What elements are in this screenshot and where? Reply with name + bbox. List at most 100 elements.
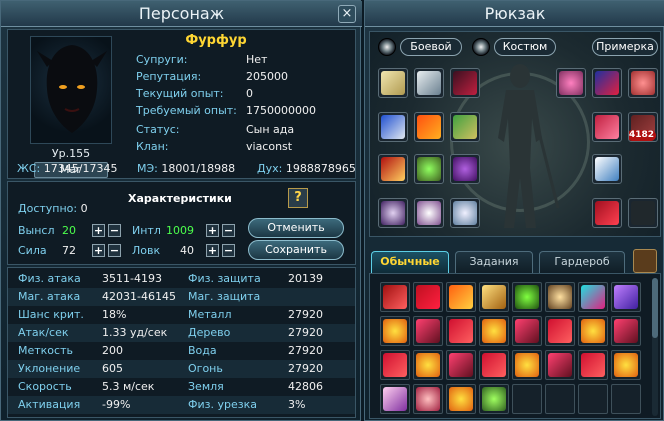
- character-portrait: [30, 36, 112, 144]
- info-value: 0: [246, 87, 253, 100]
- strength-plus-button[interactable]: +: [92, 244, 105, 257]
- inventory-slot[interactable]: [578, 316, 608, 346]
- costume-mode-button[interactable]: Костюм: [494, 38, 556, 56]
- equipment-area: Боевой Костюм Примерка 4182: [369, 31, 661, 237]
- inventory-slot[interactable]: [380, 282, 410, 312]
- stat-row: Скорость 5.3 м/сек Земля 42806: [8, 378, 355, 396]
- inventory-slot[interactable]: [512, 316, 542, 346]
- inventory-slot[interactable]: [413, 316, 443, 346]
- agility-plus-button[interactable]: +: [206, 244, 219, 257]
- inventory-slot[interactable]: [545, 282, 575, 312]
- inventory-slot[interactable]: [413, 350, 443, 380]
- equip-slot-fashion-body[interactable]: [592, 68, 622, 98]
- inventory-slot[interactable]: [611, 316, 641, 346]
- inventory-slot[interactable]: [446, 316, 476, 346]
- equip-slot-necklace[interactable]: [414, 68, 444, 98]
- inventory-slot[interactable]: [611, 350, 641, 380]
- inventory-slot[interactable]: [578, 384, 608, 414]
- cancel-button[interactable]: Отменить: [248, 218, 344, 238]
- equip-slot-gloves[interactable]: [378, 154, 408, 184]
- inventory-slot[interactable]: [413, 384, 443, 414]
- inventory-slot[interactable]: [446, 350, 476, 380]
- stat-label: Активация: [18, 398, 81, 411]
- inventory-slot[interactable]: [545, 384, 575, 414]
- stat-label: Дерево: [188, 326, 231, 339]
- inventory-slot[interactable]: [413, 282, 443, 312]
- equip-slot-fashion-feet[interactable]: [592, 154, 622, 184]
- close-button[interactable]: ×: [338, 5, 356, 23]
- equip-slot-fashion-head[interactable]: [556, 68, 586, 98]
- inventory-slot[interactable]: [446, 384, 476, 414]
- character-silhouette: [498, 64, 560, 228]
- inventory-slot[interactable]: [611, 282, 641, 312]
- inventory-tabs: Обычные Задания Гардероб: [369, 249, 661, 273]
- equip-slot-armor[interactable]: [414, 112, 444, 142]
- equip-slot-consumable[interactable]: 4182: [628, 112, 658, 142]
- fitting-button[interactable]: Примерка: [592, 38, 658, 56]
- inventory-scroll-thumb[interactable]: [652, 278, 658, 338]
- inventory-slot[interactable]: [479, 316, 509, 346]
- combat-mode-button[interactable]: Боевой: [400, 38, 462, 56]
- inventory-slot[interactable]: [479, 350, 509, 380]
- inventory-slot[interactable]: [446, 282, 476, 312]
- combat-stats-box: Физ. атака 3511-4193 Физ. защита 20139 М…: [7, 267, 356, 418]
- endurance-minus-button[interactable]: −: [108, 224, 121, 237]
- inventory-slot[interactable]: [545, 316, 575, 346]
- equip-slot-mount[interactable]: [628, 68, 658, 98]
- save-button[interactable]: Сохранить: [248, 240, 344, 260]
- equip-slot-cape[interactable]: [378, 112, 408, 142]
- inventory-slot[interactable]: [512, 282, 542, 312]
- equip-slot-wing[interactable]: [450, 198, 480, 228]
- endurance-plus-button[interactable]: +: [92, 224, 105, 237]
- combat-mode-icon[interactable]: [378, 38, 396, 56]
- equip-slot-weapon[interactable]: [450, 68, 480, 98]
- equip-slot-fashion-legs[interactable]: [592, 112, 622, 142]
- costume-mode-icon[interactable]: [472, 38, 490, 56]
- equip-slot-belt[interactable]: [450, 112, 480, 142]
- sort-inventory-icon[interactable]: [633, 249, 657, 273]
- equip-slot-amulet[interactable]: [378, 198, 408, 228]
- inventory-slot[interactable]: [380, 316, 410, 346]
- strength-minus-button[interactable]: −: [108, 244, 121, 257]
- inventory-slot[interactable]: [512, 350, 542, 380]
- equip-slot-empty[interactable]: [628, 198, 658, 228]
- equip-slot-boots[interactable]: [592, 198, 622, 228]
- inventory-slot[interactable]: [479, 384, 509, 414]
- inventory-slot[interactable]: [611, 384, 641, 414]
- tab-quests[interactable]: Задания: [455, 251, 533, 273]
- attr-label: Ловк: [132, 244, 161, 257]
- inventory-slot[interactable]: [380, 384, 410, 414]
- stat-value: 20139: [288, 272, 323, 285]
- equip-slot-charm[interactable]: [450, 154, 480, 184]
- intellect-minus-button[interactable]: −: [222, 224, 235, 237]
- info-label: Клан:: [136, 140, 169, 153]
- stat-row: Уклонение 605 Огонь 27920: [8, 360, 355, 378]
- stat-value: 1.33 уд/сек: [102, 326, 168, 339]
- inventory-slot[interactable]: [512, 384, 542, 414]
- stat-value: 18%: [102, 308, 127, 321]
- character-name: Фурфур: [185, 33, 247, 48]
- inventory-slot[interactable]: [545, 350, 575, 380]
- stat-label: Огонь: [188, 362, 223, 375]
- equip-slot-helmet[interactable]: [378, 68, 408, 98]
- hp-value: 17345/17345: [43, 162, 118, 175]
- intellect-plus-button[interactable]: +: [206, 224, 219, 237]
- info-value: Нет: [246, 53, 268, 66]
- attributes-box: Характеристики ? Доступно: 0 Вынсл 20 + …: [7, 181, 356, 265]
- stat-label: Скорость: [18, 380, 72, 393]
- stat-value: 42806: [288, 380, 323, 393]
- inventory-slot[interactable]: [578, 350, 608, 380]
- inventory-slot[interactable]: [479, 282, 509, 312]
- tab-wardrobe[interactable]: Гардероб: [539, 251, 625, 273]
- equip-slot-pet[interactable]: [414, 198, 444, 228]
- stat-row: Активация -99% Физ. урезка 3%: [8, 396, 355, 414]
- character-level: Ур.155: [51, 147, 91, 160]
- tab-regular[interactable]: Обычные: [371, 251, 449, 273]
- inventory-slot[interactable]: [578, 282, 608, 312]
- equip-slot-ring-left[interactable]: [414, 154, 444, 184]
- hp-label: ЖС:: [17, 162, 41, 175]
- agility-minus-button[interactable]: −: [222, 244, 235, 257]
- stat-label: Атак/сек: [18, 326, 69, 339]
- inventory-slot[interactable]: [380, 350, 410, 380]
- help-button[interactable]: ?: [288, 188, 308, 208]
